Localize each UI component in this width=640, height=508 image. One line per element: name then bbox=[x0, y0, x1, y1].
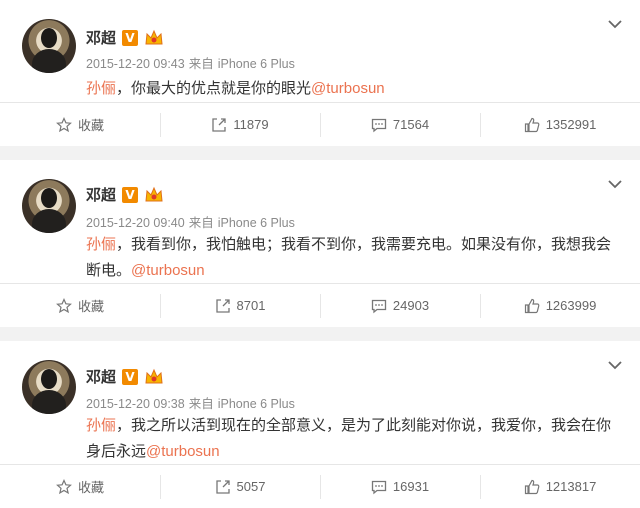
chevron-down-icon[interactable] bbox=[608, 19, 622, 29]
vip-crown-icon bbox=[144, 186, 164, 203]
verified-badge: V bbox=[122, 368, 139, 385]
repost-count: 8701 bbox=[236, 298, 266, 313]
weibo-post: 邓超 V 2015-12-20 09:43 来自 iPhone 6 Plus 孙俪，… bbox=[0, 0, 640, 146]
favorite-label: 收藏 bbox=[77, 299, 104, 314]
post-body: ，你最大的优点就是你的眼光 bbox=[116, 79, 312, 97]
repost-button[interactable]: 11879 bbox=[160, 103, 320, 146]
star-icon bbox=[56, 116, 72, 133]
like-button[interactable]: 1263999 bbox=[480, 284, 640, 327]
like-button[interactable]: 1213817 bbox=[480, 465, 640, 508]
chevron-down-icon[interactable] bbox=[608, 360, 622, 370]
comment-button[interactable]: 24903 bbox=[320, 284, 480, 327]
comment-count: 71564 bbox=[392, 117, 430, 132]
author-row: 邓超 V bbox=[86, 184, 164, 205]
post-meta: 2015-12-20 09:38 来自 iPhone 6 Plus bbox=[86, 393, 299, 412]
action-bar: 收藏 8701 24903 1263999 bbox=[0, 283, 640, 327]
star-icon bbox=[56, 297, 72, 314]
favorite-label: 收藏 bbox=[77, 480, 104, 495]
weibo-post: 邓超 V 2015-12-20 09:40 来自 iPhone 6 Plus 孙俪，… bbox=[0, 160, 640, 327]
device-source[interactable]: iPhone 6 Plus bbox=[218, 216, 295, 230]
post-text: 孙俪，我之所以活到现在的全部意义，是为了此刻能对你说，我爱你，我会在你身后永远@… bbox=[86, 412, 626, 465]
author-name[interactable]: 邓超 bbox=[86, 184, 116, 205]
vip-crown-icon bbox=[144, 368, 164, 385]
source-prefix: 来自 bbox=[188, 216, 214, 230]
timestamp: 2015-12-20 09:43 bbox=[86, 57, 185, 71]
repost-icon bbox=[215, 479, 231, 495]
comment-count: 24903 bbox=[392, 298, 430, 313]
post-text: 孙俪，我看到你，我怕触电；我看不到你，我需要充电。如果没有你，我想我会断电。@t… bbox=[86, 231, 626, 284]
avatar[interactable] bbox=[22, 360, 76, 414]
source-prefix: 来自 bbox=[188, 397, 214, 411]
author-row: 邓超 V bbox=[86, 366, 164, 387]
vip-crown-icon bbox=[144, 29, 164, 46]
verified-badge: V bbox=[122, 29, 139, 46]
favorite-label: 收藏 bbox=[77, 118, 104, 133]
like-button[interactable]: 1352991 bbox=[480, 103, 640, 146]
comment-button[interactable]: 71564 bbox=[320, 103, 480, 146]
favorite-button[interactable]: 收藏 bbox=[0, 103, 160, 146]
like-count: 1352991 bbox=[545, 117, 597, 132]
source-prefix: 来自 bbox=[188, 57, 214, 71]
mention-name[interactable]: 孙俪 bbox=[86, 235, 116, 253]
mention-name[interactable]: 孙俪 bbox=[86, 79, 116, 97]
like-count: 1263999 bbox=[545, 298, 597, 313]
device-source[interactable]: iPhone 6 Plus bbox=[218, 397, 295, 411]
action-bar: 收藏 11879 71564 1352991 bbox=[0, 102, 640, 146]
weibo-post: 邓超 V 2015-12-20 09:38 来自 iPhone 6 Plus 孙俪，… bbox=[0, 341, 640, 508]
post-meta: 2015-12-20 09:40 来自 iPhone 6 Plus bbox=[86, 212, 299, 231]
favorite-button[interactable]: 收藏 bbox=[0, 284, 160, 327]
timestamp: 2015-12-20 09:40 bbox=[86, 216, 185, 230]
thumbs-up-icon bbox=[524, 479, 540, 495]
repost-count: 11879 bbox=[233, 117, 269, 132]
like-count: 1213817 bbox=[545, 479, 597, 494]
thumbs-up-icon bbox=[524, 298, 540, 314]
comment-icon bbox=[371, 298, 387, 314]
post-meta: 2015-12-20 09:43 来自 iPhone 6 Plus bbox=[86, 53, 299, 72]
repost-count: 5057 bbox=[236, 479, 266, 494]
repost-icon bbox=[215, 298, 231, 314]
comment-icon bbox=[371, 117, 387, 133]
comment-button[interactable]: 16931 bbox=[320, 465, 480, 508]
mention-name[interactable]: 孙俪 bbox=[86, 416, 116, 434]
post-text: 孙俪，你最大的优点就是你的眼光@turbosun bbox=[86, 75, 626, 102]
repost-button[interactable]: 8701 bbox=[160, 284, 320, 327]
comment-icon bbox=[371, 479, 387, 495]
repost-button[interactable]: 5057 bbox=[160, 465, 320, 508]
action-bar: 收藏 5057 16931 1213817 bbox=[0, 464, 640, 508]
at-mention[interactable]: @turbosun bbox=[311, 80, 385, 97]
thumbs-up-icon bbox=[524, 117, 540, 133]
chevron-down-icon[interactable] bbox=[608, 179, 622, 189]
timestamp: 2015-12-20 09:38 bbox=[86, 397, 185, 411]
author-row: 邓超 V bbox=[86, 27, 164, 48]
comment-count: 16931 bbox=[392, 479, 430, 494]
favorite-button[interactable]: 收藏 bbox=[0, 465, 160, 508]
device-source[interactable]: iPhone 6 Plus bbox=[218, 57, 295, 71]
at-mention[interactable]: @turbosun bbox=[146, 443, 220, 460]
at-mention[interactable]: @turbosun bbox=[131, 262, 205, 279]
repost-icon bbox=[211, 117, 227, 133]
author-name[interactable]: 邓超 bbox=[86, 27, 116, 48]
avatar[interactable] bbox=[22, 19, 76, 73]
verified-badge: V bbox=[122, 186, 139, 203]
author-name[interactable]: 邓超 bbox=[86, 366, 116, 387]
avatar[interactable] bbox=[22, 179, 76, 233]
star-icon bbox=[56, 478, 72, 495]
